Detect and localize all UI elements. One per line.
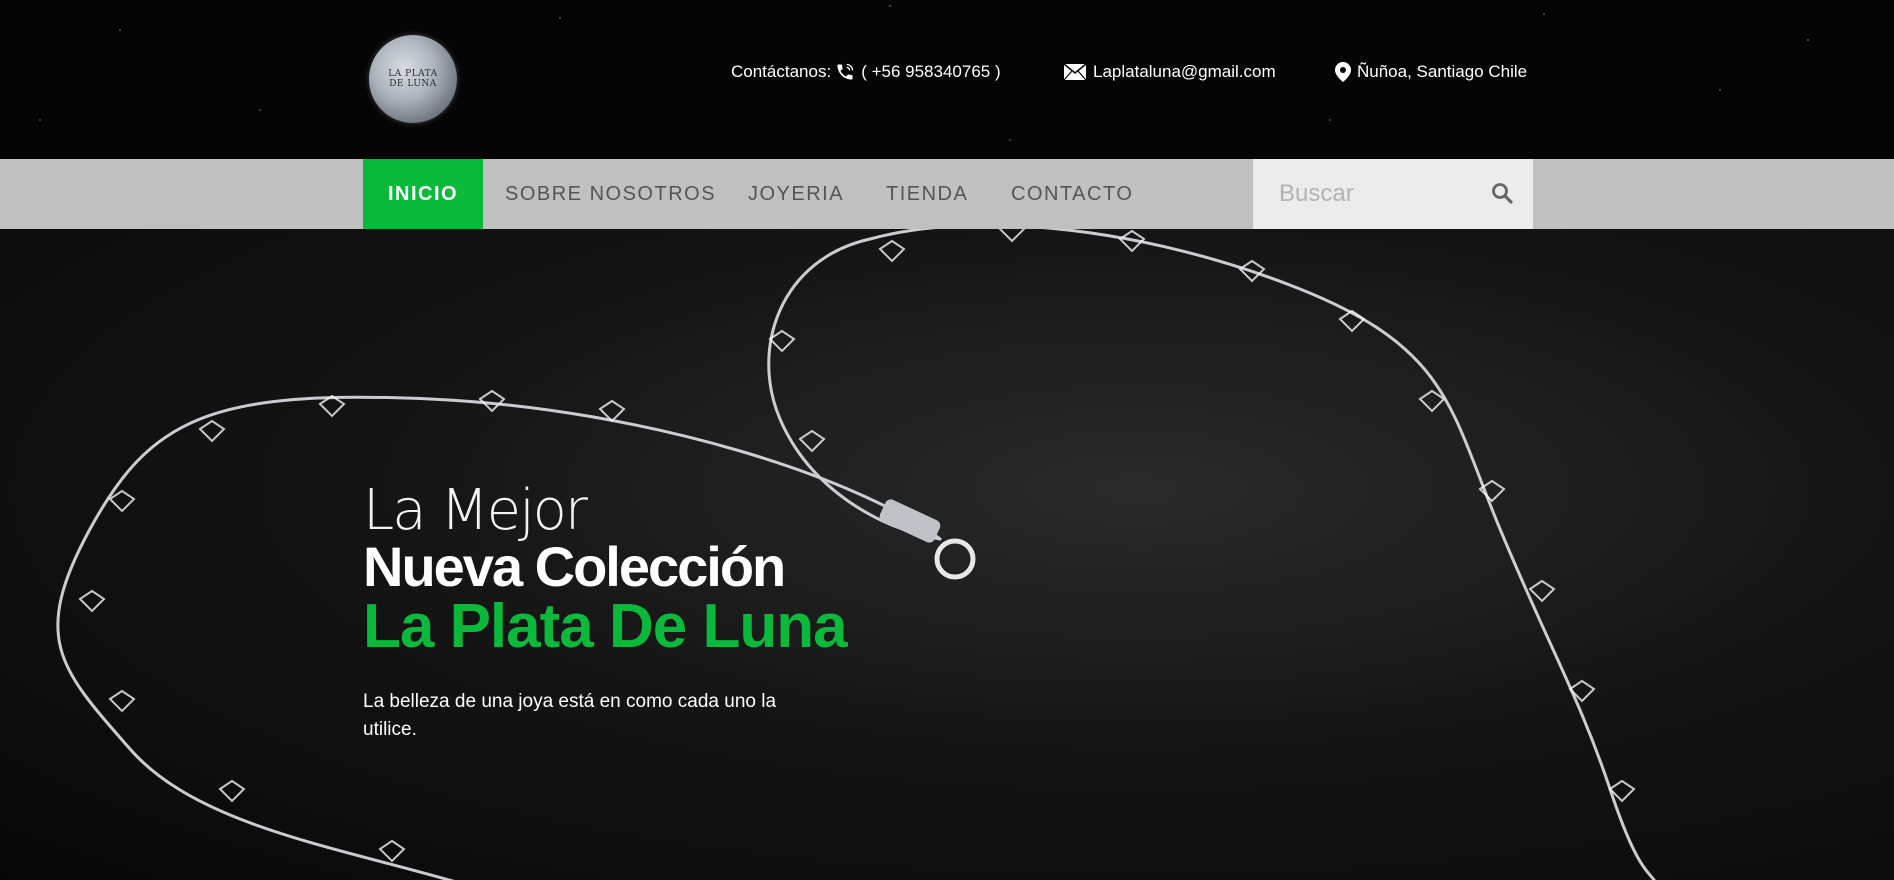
main-nav: INICIO SOBRE NOSOTROS JOYERIA TIENDA CON… <box>0 159 1894 229</box>
search-box <box>1253 159 1533 229</box>
search-icon[interactable] <box>1491 182 1513 209</box>
top-header: LA PLATA DE LUNA Contáctanos: ( +56 9583… <box>0 0 1894 159</box>
hero-line-2: Nueva Colección <box>363 535 786 598</box>
phone-icon <box>835 62 855 82</box>
contact-label: Contáctanos: <box>731 62 832 81</box>
nav-item-contacto[interactable]: CONTACTO <box>1011 159 1133 229</box>
contact-location: Ñuñoa, Santiago Chile <box>1335 60 1527 84</box>
logo-text: LA PLATA DE LUNA <box>388 69 438 89</box>
nav-item-joyeria[interactable]: JOYERIA <box>748 159 844 229</box>
hero-line-3: La Plata De Luna <box>363 592 848 661</box>
location-text: Ñuñoa, Santiago Chile <box>1357 62 1528 81</box>
hero-description: La belleza de una joya está en como cada… <box>363 691 777 740</box>
location-pin-icon <box>1335 62 1351 82</box>
nav-item-inicio[interactable]: INICIO <box>363 159 484 229</box>
hero-banner: La Mejor Nueva Colección La Plata De Lun… <box>0 229 1894 880</box>
nav-item-sobre-nosotros[interactable]: SOBRE NOSOTROS <box>505 159 716 229</box>
email-address[interactable]: Laplataluna@gmail.com <box>1093 62 1276 82</box>
search-input[interactable] <box>1277 179 1481 209</box>
contact-phone: Contáctanos: ( +56 958340765 ) <box>731 60 1001 84</box>
silver-chain-image <box>56 229 1657 880</box>
nav-item-tienda[interactable]: TIENDA <box>886 159 968 229</box>
phone-number[interactable]: ( +56 958340765 ) <box>861 62 1000 82</box>
mail-icon <box>1063 63 1087 81</box>
logo[interactable]: LA PLATA DE LUNA <box>369 35 457 123</box>
contact-email: Laplataluna@gmail.com <box>1063 60 1276 84</box>
